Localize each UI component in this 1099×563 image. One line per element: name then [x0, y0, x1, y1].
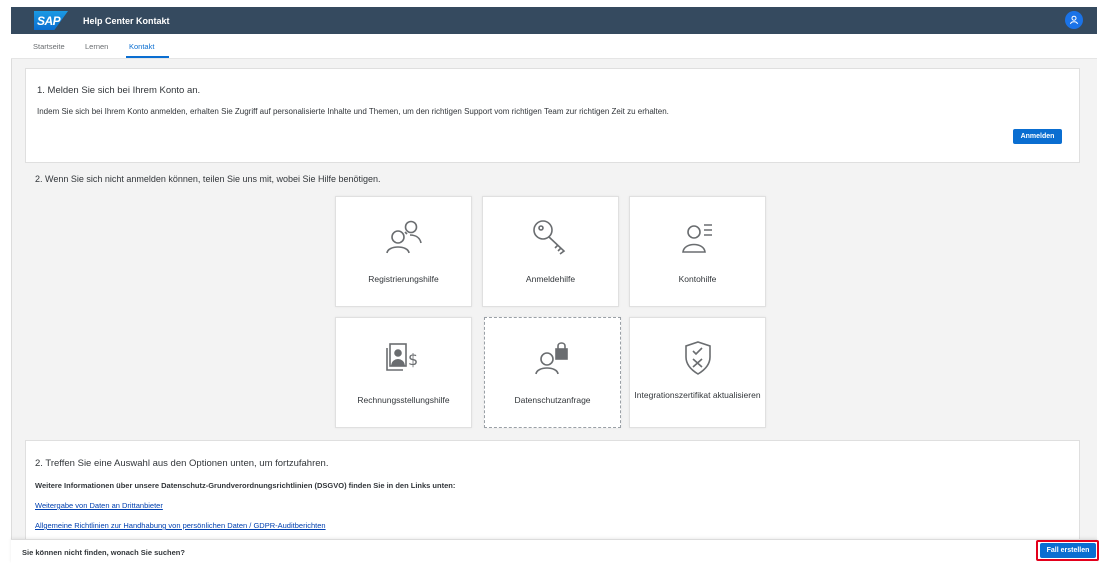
user-lock-icon [485, 338, 620, 378]
tile-anmeldehilfe[interactable]: Anmeldehilfe [482, 196, 619, 307]
tile-integrationszertifikat[interactable]: Integrationszertifikat aktualisieren [629, 317, 766, 428]
tab-kontakt[interactable]: Kontakt [129, 42, 154, 51]
tile-label: Rechnungsstellungshilfe [357, 395, 450, 405]
login-card: 1. Melden Sie sich bei Ihrem Konto an. I… [25, 68, 1080, 163]
options-heading: 2. Treffen Sie eine Auswahl aus den Opti… [35, 458, 329, 469]
login-description: Indem Sie sich bei Ihrem Konto anmelden,… [37, 107, 669, 116]
tile-label: Anmeldehilfe [525, 274, 576, 284]
shield-check-icon [630, 338, 765, 378]
billing-icon: $ [336, 338, 471, 378]
tab-startseite[interactable]: Startseite [33, 42, 65, 51]
tile-datenschutzanfrage[interactable]: Datenschutzanfrage [484, 317, 621, 428]
tab-bar: Startseite Lernen Kontakt [11, 34, 1097, 59]
shell-bar: SAP Help Center Kontakt [11, 7, 1097, 34]
sap-logo[interactable]: SAP [34, 11, 68, 30]
link-allgemeine-richtlinien[interactable]: Allgemeine Richtlinien zur Handhabung vo… [35, 521, 326, 530]
users-icon [336, 217, 471, 257]
help-section-heading: 2. Wenn Sie sich nicht anmelden können, … [35, 174, 381, 184]
svg-text:$: $ [408, 350, 418, 369]
active-tab-indicator [126, 56, 169, 58]
user-list-icon [630, 217, 765, 257]
tile-kontohilfe[interactable]: Kontohilfe [629, 196, 766, 307]
footer-question: Sie können nicht finden, wonach Sie such… [22, 548, 185, 557]
app-title: Help Center Kontakt [83, 15, 170, 26]
fall-erstellen-button[interactable]: Fall erstellen [1040, 543, 1096, 558]
anmelden-button[interactable]: Anmelden [1013, 129, 1062, 144]
key-icon [483, 217, 618, 257]
tile-rechnungsstellungshilfe[interactable]: $ Rechnungsstellungshilfe [335, 317, 472, 428]
link-weitergabe-daten[interactable]: Weitergabe von Daten an Drittanbieter [35, 501, 163, 510]
tab-lernen[interactable]: Lernen [85, 42, 108, 51]
login-heading: 1. Melden Sie sich bei Ihrem Konto an. [37, 85, 201, 96]
tile-label: Registrierungshilfe [368, 274, 439, 284]
user-avatar-icon[interactable] [1065, 11, 1083, 29]
tile-label: Datenschutzanfrage [514, 395, 591, 405]
dsgvo-info-text: Weitere Informationen über unsere Datens… [35, 481, 456, 490]
tile-registrierungshilfe[interactable]: Registrierungshilfe [335, 196, 472, 307]
tile-label: Integrationszertifikat aktualisieren [634, 390, 761, 400]
window-top-margin [0, 0, 1099, 7]
tile-label: Kontohilfe [678, 274, 717, 284]
